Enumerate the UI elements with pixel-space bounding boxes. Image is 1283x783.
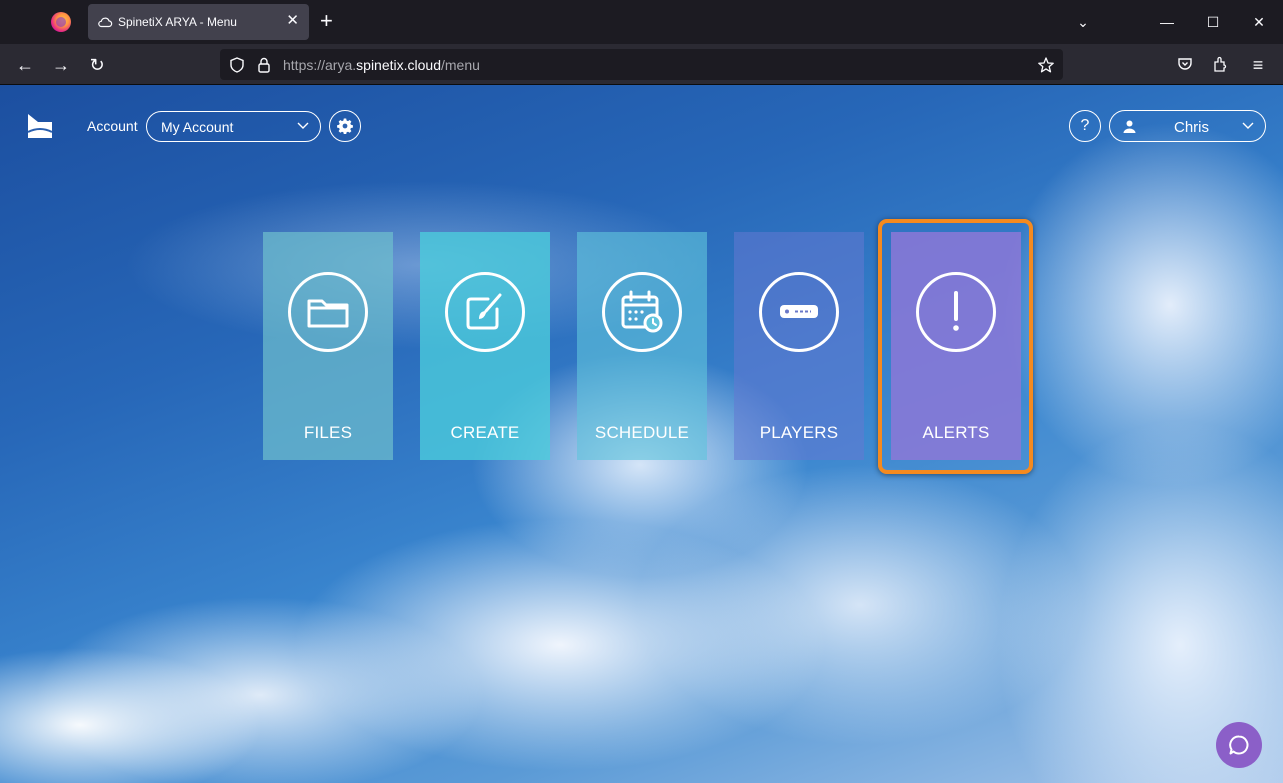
new-tab-button[interactable]: + xyxy=(320,9,333,33)
chat-button[interactable] xyxy=(1216,722,1262,768)
edit-brush-icon xyxy=(445,272,525,352)
reload-icon[interactable]: ↻ xyxy=(85,53,109,77)
tile-players[interactable]: PLAYERS xyxy=(734,232,864,460)
help-button[interactable]: ? xyxy=(1069,110,1101,142)
alerts-highlight-frame xyxy=(878,219,1033,474)
folder-icon xyxy=(288,272,368,352)
account-select-value: My Account xyxy=(161,119,234,135)
tile-label: FILES xyxy=(303,423,353,442)
close-window-icon[interactable]: ✕ xyxy=(1249,12,1269,32)
user-menu[interactable]: Chris xyxy=(1109,110,1266,142)
chevron-down-icon xyxy=(1242,122,1254,129)
settings-button[interactable] xyxy=(329,110,361,142)
player-device-icon xyxy=(759,272,839,352)
chevron-down-icon xyxy=(297,122,309,129)
tile-create[interactable]: CREATE xyxy=(420,232,550,460)
tile-schedule[interactable]: SCHEDULE xyxy=(577,232,707,460)
bookmark-star-icon[interactable] xyxy=(1037,56,1055,74)
url-text: https://arya.spinetix.cloud/menu xyxy=(283,57,480,73)
calendar-clock-icon xyxy=(602,272,682,352)
extensions-icon[interactable] xyxy=(1212,55,1230,73)
menu-page: Account My Account ? Chris FILES CREATE … xyxy=(0,85,1283,783)
account-select[interactable]: My Account xyxy=(146,111,321,142)
forward-icon[interactable]: → xyxy=(49,53,73,77)
pocket-icon[interactable] xyxy=(1176,55,1194,73)
browser-tab[interactable]: SpinetiX ARYA - Menu ✕ xyxy=(88,4,309,40)
back-icon[interactable]: ← xyxy=(13,53,37,77)
account-label: Account xyxy=(87,118,138,134)
minimize-icon[interactable]: — xyxy=(1157,12,1177,32)
tile-label: CREATE xyxy=(450,423,520,442)
arya-logo[interactable] xyxy=(26,112,54,140)
tab-title: SpinetiX ARYA - Menu xyxy=(118,15,237,29)
user-name: Chris xyxy=(1174,119,1210,136)
app-menu-icon[interactable]: ≡ xyxy=(1246,53,1270,77)
tile-files[interactable]: FILES xyxy=(263,232,393,460)
cloud-icon xyxy=(98,17,113,28)
chat-bubble-icon xyxy=(1229,735,1249,755)
address-bar[interactable]: https://arya.spinetix.cloud/menu xyxy=(220,49,1063,80)
maximize-icon[interactable]: ☐ xyxy=(1203,12,1223,32)
tile-label: PLAYERS xyxy=(759,423,839,442)
tile-label: SCHEDULE xyxy=(594,423,690,442)
gear-icon xyxy=(337,118,353,134)
lock-icon[interactable] xyxy=(255,56,273,74)
user-icon xyxy=(1123,120,1136,133)
browser-toolbar: ← → ↻ https://arya.spinetix.cloud/menu ≡ xyxy=(0,44,1283,85)
tab-close-icon[interactable]: ✕ xyxy=(286,13,299,29)
browser-tab-bar: SpinetiX ARYA - Menu ✕ + ⌄ — ☐ ✕ xyxy=(0,0,1283,44)
tab-list-icon[interactable]: ⌄ xyxy=(1073,12,1093,32)
shield-icon[interactable] xyxy=(228,56,246,74)
firefox-icon[interactable] xyxy=(51,12,71,32)
